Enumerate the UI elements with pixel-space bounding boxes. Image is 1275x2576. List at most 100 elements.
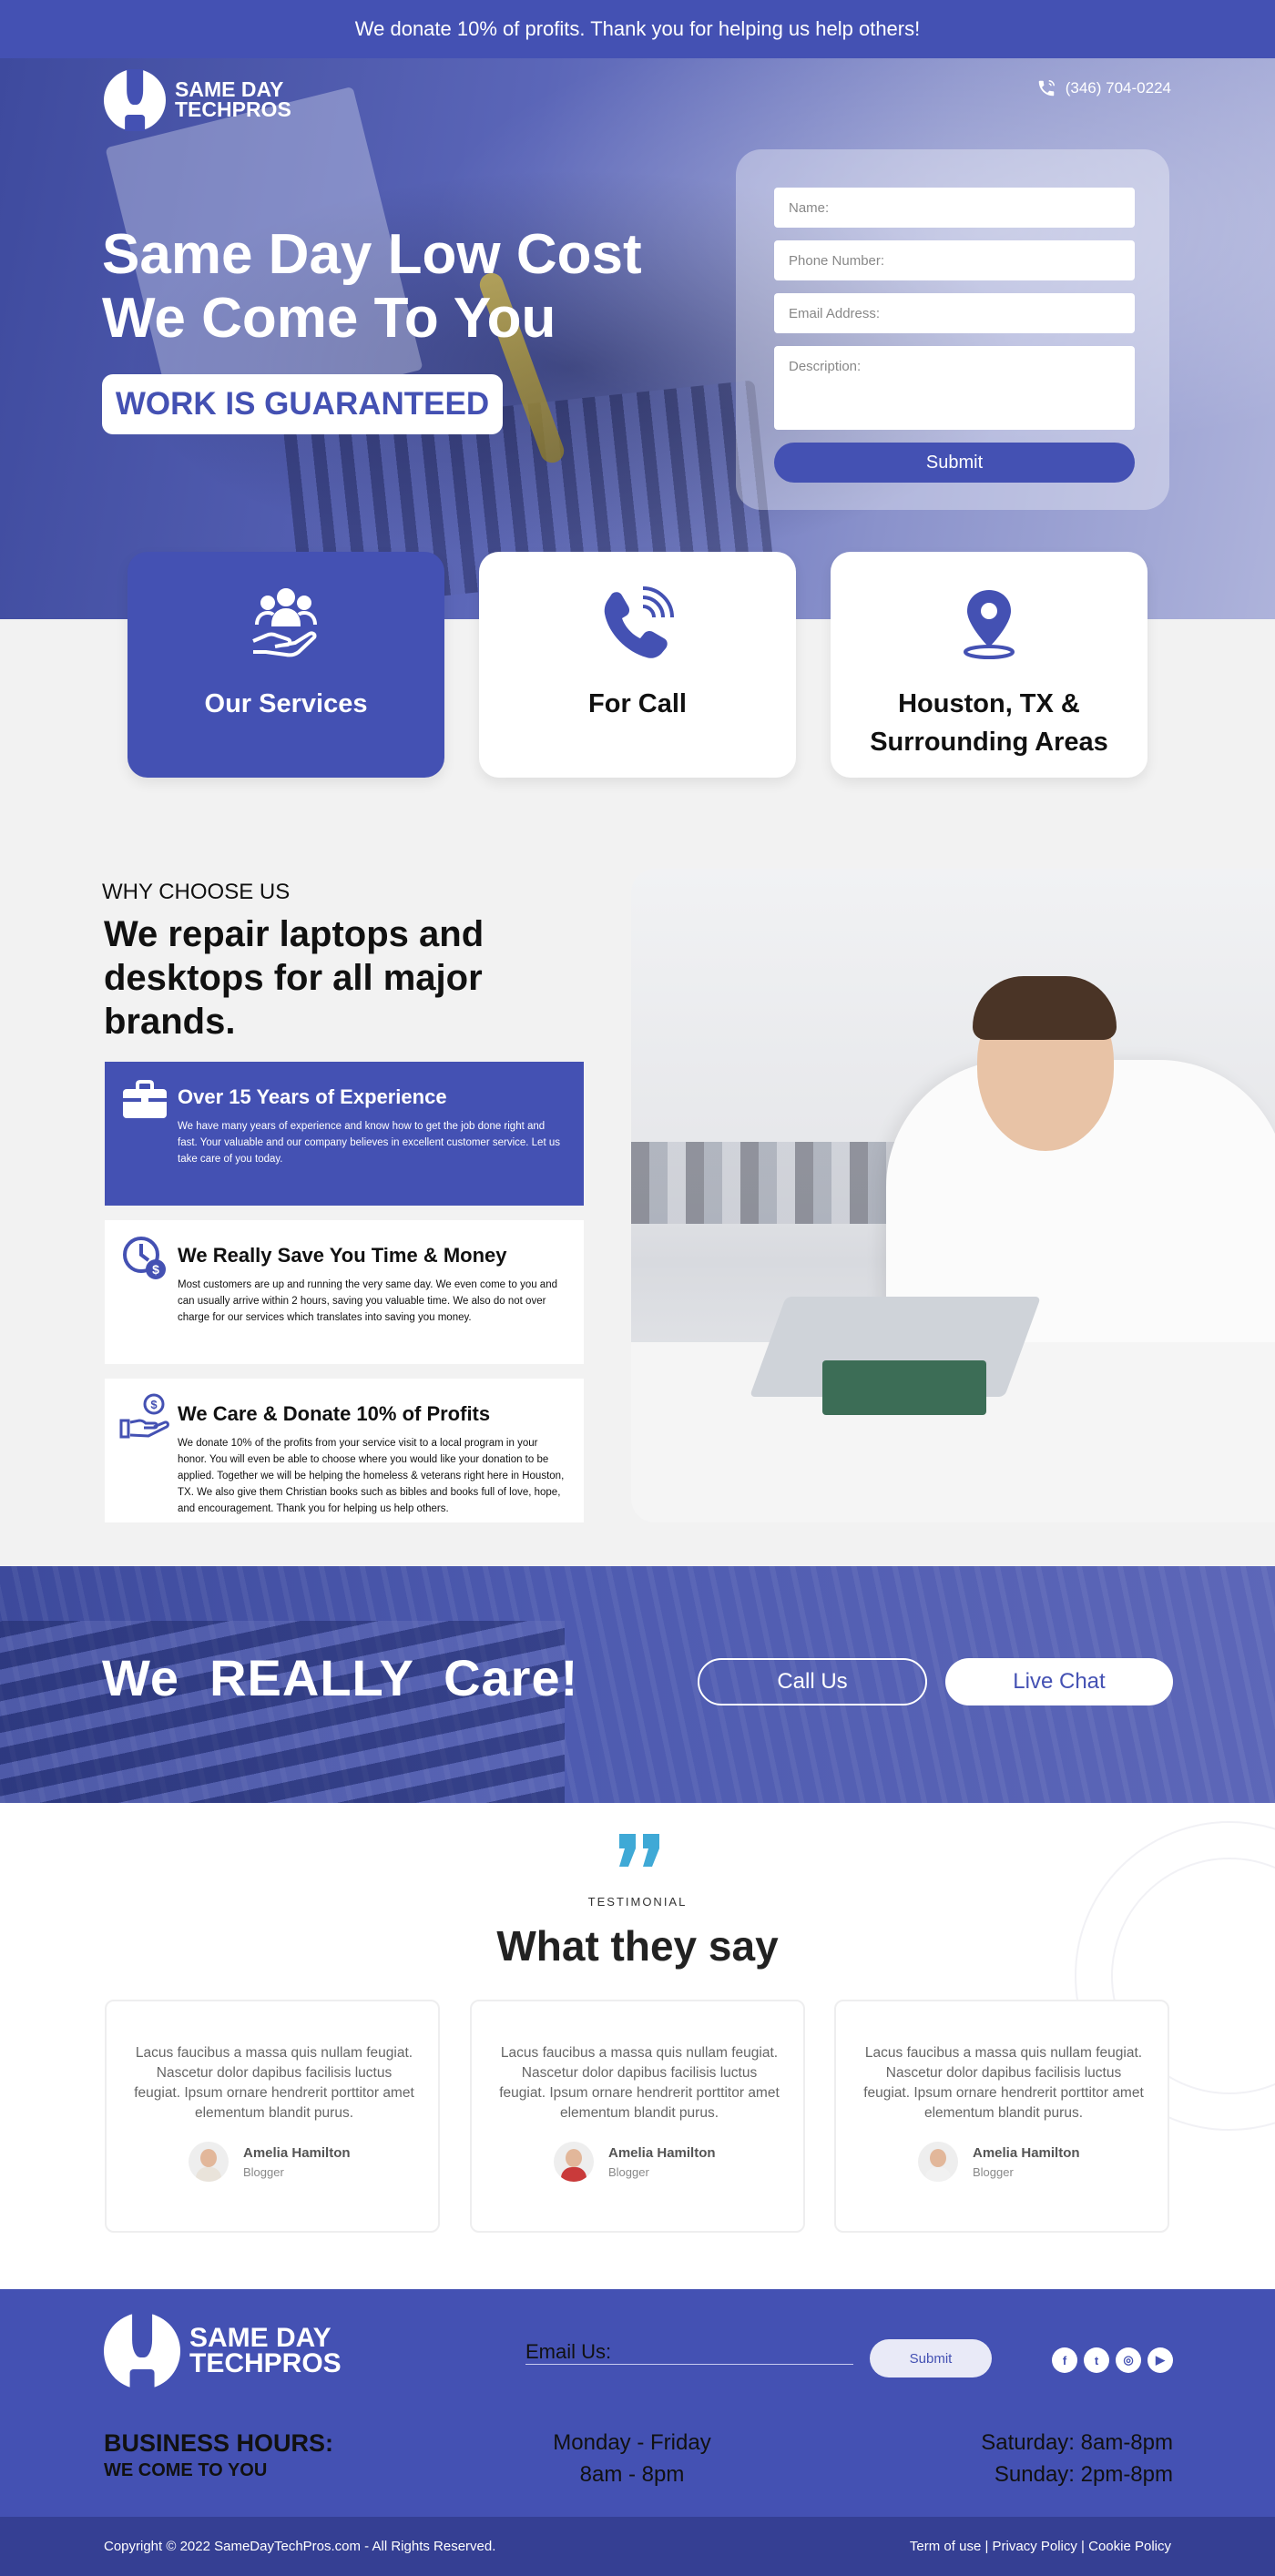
link-separator: | (981, 2539, 993, 2554)
logo-wrench-icon (104, 2313, 180, 2389)
card-for-call[interactable]: For Call (479, 552, 796, 778)
card-for-call-label: For Call (588, 689, 687, 718)
testimonial-role: Blogger (608, 2165, 649, 2179)
instagram-icon[interactable]: ◎ (1116, 2347, 1141, 2373)
feature-experience-text: We have many years of experience and kno… (178, 1121, 560, 1165)
link-separator: | (1076, 2539, 1089, 2554)
feature-donate-text: We donate 10% of the profits from your s… (178, 1438, 565, 1514)
testimonial-quote: Lacus faucibus a massa quis nullam feugi… (134, 2045, 414, 2121)
footer-logo[interactable]: SAME DAY TECHPROS (104, 2313, 342, 2389)
feature-time-money-text: Most customers are up and running the ve… (178, 1279, 557, 1323)
youtube-icon[interactable]: ▶ (1148, 2347, 1173, 2373)
email-input[interactable]: Email Address: (774, 293, 1135, 333)
weekday-days: Monday - Friday (553, 2430, 711, 2455)
testimonial-role: Blogger (973, 2165, 1014, 2179)
footer-email-label: Email Us: (525, 2340, 612, 2363)
feature-donate: $ We Care & Donate 10% of Profits We don… (105, 1379, 584, 1522)
footer-email-input[interactable] (525, 2364, 853, 2365)
feature-time-money: $ We Really Save You Time & Money Most c… (105, 1220, 584, 1364)
testimonial-name: Amelia Hamilton (973, 2145, 1080, 2161)
feature-experience: Over 15 Years of Experience We have many… (105, 1062, 584, 1206)
testimonial-role: Blogger (243, 2165, 284, 2179)
why-kicker: WHY CHOOSE US (102, 880, 291, 904)
guarantee-badge-text: WORK IS GUARANTEED (115, 386, 490, 422)
name-input[interactable]: Name: (774, 188, 1135, 228)
privacy-link[interactable]: Privacy Policy (993, 2539, 1077, 2554)
description-placeholder: Description: (789, 359, 862, 374)
hero-title-line1: Same Day Low Cost (102, 223, 642, 286)
quote-icon (617, 1834, 663, 1867)
hero-title: Same Day Low Cost We Come To You (102, 223, 667, 351)
feature-time-money-title: We Really Save You Time & Money (178, 1244, 507, 1267)
weekday-hours: Monday - Friday 8am - 8pm (541, 2427, 723, 2490)
logo-line2: TECHPROS (189, 2348, 342, 2378)
terms-link[interactable]: Term of use (910, 2539, 981, 2554)
card-service-area[interactable]: Houston, TX & Surrounding Areas (831, 552, 1148, 778)
testimonial-quote: Lacus faucibus a massa quis nullam feugi… (499, 2045, 780, 2121)
technician-photo (631, 869, 1275, 1522)
weekday-time: 8am - 8pm (579, 2462, 685, 2487)
testimonial-quote: Lacus faucibus a massa quis nullam feugi… (863, 2045, 1144, 2121)
testimonial-card: Lacus faucibus a massa quis nullam feugi… (834, 2000, 1169, 2233)
facebook-icon[interactable]: f (1052, 2347, 1077, 2373)
logo-wrench-icon (104, 69, 166, 131)
phone-icon (596, 581, 679, 665)
testimonial-name: Amelia Hamilton (608, 2145, 716, 2161)
header-phone-number: (346) 704-0224 (1065, 79, 1171, 97)
testimonials-kicker: TESTIMONIAL (587, 1895, 688, 1909)
contact-form: Name: Phone Number: Email Address: Descr… (736, 149, 1169, 510)
briefcase-icon (119, 1074, 170, 1125)
testimonials-title: What they say (496, 1922, 779, 1970)
feature-donate-title: We Care & Donate 10% of Profits (178, 1402, 491, 1425)
phone-input[interactable]: Phone Number: (774, 240, 1135, 280)
feature-experience-title: Over 15 Years of Experience (178, 1085, 447, 1108)
legal-links: Term of use | Privacy Policy | Cookie Po… (910, 2539, 1171, 2554)
map-pin-icon (947, 581, 1031, 665)
testimonial-name: Amelia Hamilton (243, 2145, 351, 2161)
logo-line1: SAME DAY (189, 2322, 332, 2353)
testimonial-card: Lacus faucibus a massa quis nullam feugi… (470, 2000, 805, 2233)
testimonial-card: Lacus faucibus a massa quis nullam feugi… (105, 2000, 440, 2233)
copyright-text: Copyright © 2022 SameDayTechPros.com - A… (104, 2539, 496, 2554)
bottom-bar: Copyright © 2022 SameDayTechPros.com - A… (0, 2517, 1275, 2576)
header-phone-link[interactable]: (346) 704-0224 (1036, 78, 1171, 98)
logo-line2: TECHPROS (175, 97, 291, 121)
weekend-hours: Saturday: 8am-8pm Sunday: 2pm-8pm (927, 2427, 1173, 2490)
card-service-area-line1: Houston, TX & (898, 689, 1080, 718)
saturday-hours: Saturday: 8am-8pm (981, 2430, 1173, 2455)
live-chat-button[interactable]: Live Chat (945, 1658, 1173, 1705)
care-title: We REALLY Care! (102, 1649, 579, 1706)
photo-circuit-board (822, 1360, 986, 1415)
avatar (554, 2142, 594, 2182)
card-our-services[interactable]: Our Services (128, 552, 444, 778)
avatar (918, 2142, 958, 2182)
photo-technician-hair (973, 976, 1117, 1040)
footer-submit-button[interactable]: Submit (870, 2339, 992, 2377)
people-hand-icon (244, 581, 328, 665)
announcement-bar: We donate 10% of profits. Thank you for … (0, 0, 1275, 58)
svg-text:$: $ (150, 1398, 158, 1411)
hero-title-line2: We Come To You (102, 287, 556, 350)
form-submit-button[interactable]: Submit (774, 443, 1135, 483)
announcement-text: We donate 10% of profits. Thank you for … (354, 17, 921, 40)
card-our-services-label: Our Services (204, 689, 368, 718)
phone-placeholder: Phone Number: (789, 252, 885, 269)
business-hours-subtitle: WE COME TO YOU (104, 2460, 268, 2480)
svg-text:$: $ (152, 1262, 159, 1277)
email-placeholder: Email Address: (789, 305, 881, 321)
cookie-link[interactable]: Cookie Policy (1088, 2539, 1171, 2554)
phone-icon (1038, 80, 1055, 97)
card-service-area-label: Houston, TX & Surrounding Areas (870, 685, 1108, 761)
name-placeholder: Name: (789, 199, 830, 216)
header-logo[interactable]: SAME DAY TECHPROS (104, 69, 291, 131)
why-title: We repair laptops and desktops for all m… (104, 914, 484, 1042)
business-hours-title: BUSINESS HOURS: (104, 2429, 334, 2457)
twitter-icon[interactable]: t (1084, 2347, 1109, 2373)
hand-donate-icon: $ (119, 1391, 170, 1442)
call-us-button[interactable]: Call Us (698, 1658, 927, 1705)
sunday-hours: Sunday: 2pm-8pm (994, 2462, 1173, 2487)
description-textarea[interactable]: Description: (774, 346, 1135, 430)
photo-background-shelf (631, 1142, 923, 1224)
clock-money-icon: $ (119, 1233, 170, 1284)
guarantee-badge: WORK IS GUARANTEED (102, 374, 503, 434)
